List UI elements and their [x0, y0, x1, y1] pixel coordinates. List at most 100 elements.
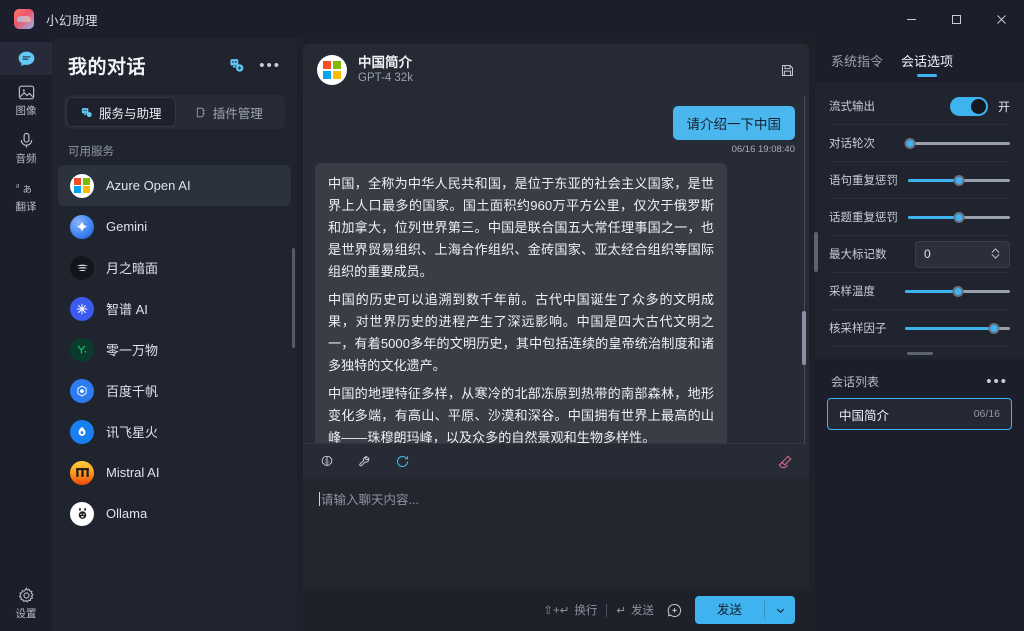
tab-plugin-management[interactable]: 插件管理	[175, 98, 283, 126]
scrollbar-track	[803, 96, 805, 443]
toggle-knob	[970, 98, 986, 114]
service-item-gemini[interactable]: Gemini	[58, 206, 291, 247]
maximize-icon[interactable]	[934, 0, 979, 38]
more-dots-icon[interactable]: •••	[259, 58, 281, 73]
settings-panel: 系统指令 会话选项 流式输出 开 对话轮次 语句重复惩罚 话题重复惩罚 最大标记…	[814, 38, 1024, 631]
service-name: Ollama	[106, 506, 148, 521]
slider-knob[interactable]	[988, 322, 1000, 334]
service-item-ollama[interactable]: Ollama	[58, 493, 291, 534]
assistant-paragraph: 中国的地理特征多样，从寒冷的北部冻原到热带的南部森林，地形变化多端，有高山、平原…	[328, 386, 714, 443]
session-options: 流式输出 开 对话轮次 语句重复惩罚 话题重复惩罚 最大标记数 0 采样温度 核…	[814, 82, 1024, 359]
slider-fill	[905, 289, 958, 293]
option-label: 话题重复惩罚	[829, 212, 898, 224]
minimize-icon[interactable]	[889, 0, 934, 38]
conversation-item[interactable]: 中国简介 06/16	[827, 398, 1012, 430]
stream-output-toggle[interactable]	[949, 96, 988, 116]
moonshot-logo	[70, 255, 94, 280]
option-label: 语句重复惩罚	[829, 175, 898, 187]
tab-system-prompt[interactable]: 系统指令	[831, 42, 883, 79]
add-assistant-icon[interactable]	[228, 57, 245, 74]
conversation-list-title: 会话列表	[831, 375, 880, 389]
message-row-user: 请介绍一下中国 06/16 19:08:40	[315, 106, 795, 163]
tab-session-options[interactable]: 会话选项	[901, 42, 953, 79]
service-name: 月之暗面	[106, 261, 159, 276]
presence-penalty-slider[interactable]	[908, 209, 1010, 225]
service-item-mistral[interactable]: Mistral AI	[58, 452, 291, 493]
composer-toolbar	[303, 443, 809, 479]
translate-icon: a あ	[15, 177, 37, 199]
slider-knob[interactable]	[953, 211, 965, 223]
chevron-down-icon[interactable]	[765, 605, 795, 616]
composer: 请输入聊天内容...	[303, 443, 809, 589]
rail-item-settings[interactable]: 设置	[0, 578, 52, 631]
sidebar: 我的对话 ••• 服务与助理 插件管理 可用服务 Azure Open AI G…	[52, 38, 297, 631]
service-item-xunfei[interactable]: 讯飞星火	[58, 411, 291, 452]
option-presence-penalty: 话题重复惩罚	[829, 199, 1010, 236]
frequency-penalty-slider[interactable]	[908, 172, 1010, 188]
refresh-icon[interactable]	[395, 454, 410, 469]
send-button[interactable]: 发送	[695, 596, 764, 624]
service-item-baidu[interactable]: 百度千帆	[58, 370, 291, 411]
slider-knob[interactable]	[904, 137, 916, 149]
text-caret	[319, 492, 320, 506]
panel-resize-handle[interactable]	[829, 347, 1010, 359]
option-label: 采样温度	[829, 286, 875, 298]
service-item-zhipu[interactable]: 智谱 AI	[58, 288, 291, 329]
plus-circle-icon[interactable]	[666, 602, 683, 619]
conversation-date: 06/16	[973, 408, 1000, 420]
option-label: 对话轮次	[829, 138, 875, 150]
dialog-rounds-slider[interactable]	[904, 135, 1010, 151]
user-message-bubble: 请介绍一下中国	[672, 106, 795, 140]
rail-item-image[interactable]: 图像	[0, 75, 52, 123]
app-title: 小幻助理	[46, 13, 99, 28]
image-icon	[17, 81, 36, 103]
message-list: 请介绍一下中国 06/16 19:08:40 中国，全称为中华人民共和国，是位于…	[303, 96, 809, 443]
sidebar-scrollbar[interactable]	[292, 248, 295, 348]
zhipu-logo	[70, 296, 94, 321]
baidu-logo	[70, 378, 94, 403]
chat-input[interactable]: 请输入聊天内容...	[303, 479, 809, 589]
tab-services-assistants[interactable]: 服务与助理	[67, 98, 175, 126]
stepper-arrows-icon[interactable]	[990, 247, 1001, 262]
ollama-logo	[70, 501, 94, 526]
microsoft-logo	[317, 55, 347, 85]
send-button-group: 发送	[694, 596, 795, 624]
max-tokens-stepper[interactable]: 0	[915, 240, 1010, 268]
top-p-slider[interactable]	[905, 320, 1010, 336]
brain-icon[interactable]	[319, 454, 335, 470]
option-frequency-penalty: 语句重复惩罚	[829, 162, 1010, 199]
rail-item-audio[interactable]: 音频	[0, 123, 52, 171]
option-top-p: 核采样因子	[829, 310, 1010, 347]
app-body: 图像 音频 a あ 翻译 设置 我的对话 ••• 服务与助理 插件管理 可用服务…	[0, 38, 1024, 631]
newline-keys: ⇧+↵	[543, 605, 570, 617]
service-item-moonshot[interactable]: 月之暗面	[58, 247, 291, 288]
chat-header: 中国简介 GPT-4 32k	[303, 44, 809, 96]
svg-text:a: a	[16, 180, 20, 189]
eraser-icon[interactable]	[777, 454, 793, 470]
yi-logo	[70, 337, 94, 362]
wrench-icon[interactable]	[357, 454, 373, 470]
gemini-logo	[70, 214, 94, 239]
rail-item-chat[interactable]	[0, 42, 52, 75]
service-name: 百度千帆	[106, 384, 159, 399]
message-scrollbar[interactable]	[802, 96, 806, 443]
rail-item-translate[interactable]: a あ 翻译	[0, 171, 52, 219]
assistant-paragraph: 中国，全称为中华人民共和国，是位于东亚的社会主义国家，是世界上人口最多的国家。国…	[328, 176, 714, 279]
slider-knob[interactable]	[953, 174, 965, 186]
service-item-azure[interactable]: Azure Open AI	[58, 165, 291, 206]
save-icon[interactable]	[780, 63, 795, 78]
hint-divider	[606, 603, 608, 617]
chat-panel: 中国简介 GPT-4 32k 请介绍一下中国 06/16 19:08:40 中国…	[297, 38, 815, 631]
chat-title: 中国简介	[358, 55, 412, 70]
temperature-slider[interactable]	[905, 283, 1010, 299]
slider-knob[interactable]	[952, 285, 963, 297]
option-max-tokens: 最大标记数 0	[829, 236, 1010, 273]
scrollbar-thumb[interactable]	[802, 311, 806, 365]
more-dots-icon[interactable]: •••	[986, 374, 1008, 389]
option-temperature: 采样温度	[829, 273, 1010, 310]
assistant-icon	[80, 106, 93, 119]
settings-scrollbar[interactable]	[814, 232, 818, 272]
close-icon[interactable]	[979, 0, 1024, 38]
send-keys: ↵	[616, 605, 626, 617]
service-item-yi[interactable]: 零一万物	[58, 329, 291, 370]
